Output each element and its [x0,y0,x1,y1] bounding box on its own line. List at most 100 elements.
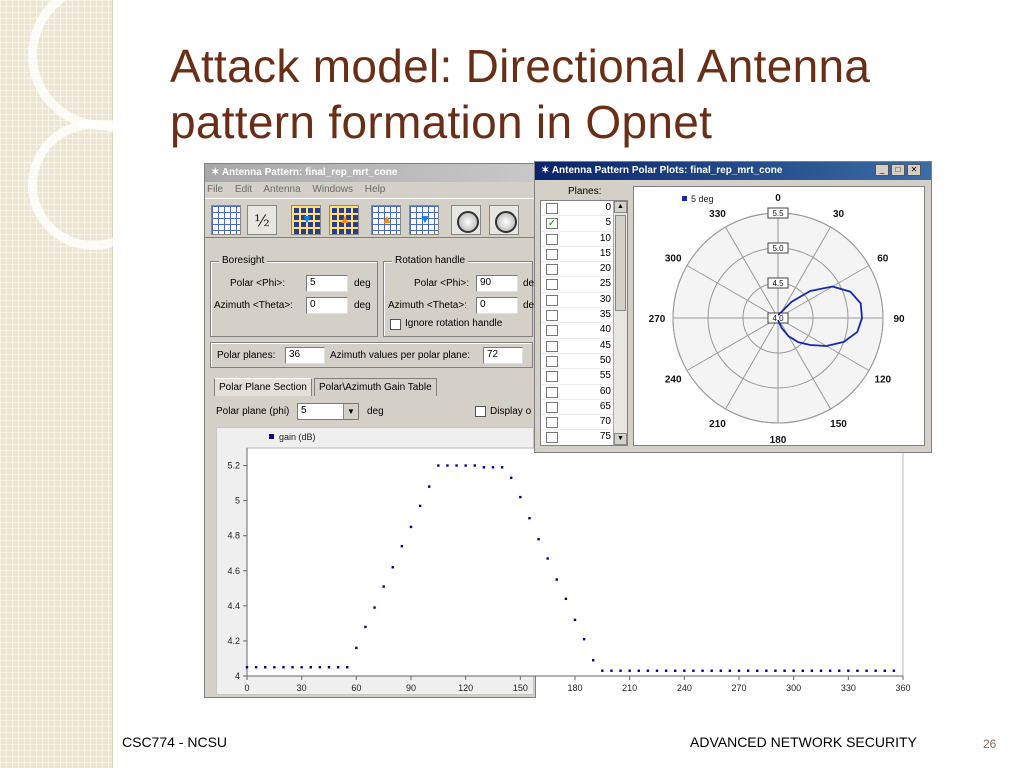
tab-polar-plane-section[interactable]: Polar Plane Section [214,378,312,396]
ignore-rotation-checkbox[interactable] [390,319,401,330]
polar-angle-label: 30 [833,209,845,220]
data-point [701,669,704,672]
plane-value: 40 [599,324,611,336]
boresight-azimuth-field[interactable]: 0 [306,297,348,314]
plane-checkbox[interactable] [546,340,558,352]
data-point [819,669,823,672]
plane-row[interactable]: 10 [541,232,613,247]
plane-checkbox[interactable] [546,248,558,260]
data-point [282,666,285,669]
data-point [838,669,841,672]
scroll-thumb[interactable] [615,215,626,311]
ignore-rotation-label: Ignore rotation handle [405,318,503,329]
boresight-polar-field[interactable]: 5 [306,275,348,292]
polar-plane-select[interactable]: 5 ▼ [297,403,359,420]
plane-row[interactable]: 0 [541,201,613,217]
plane-checkbox[interactable] [546,355,558,367]
rotation-polar-label: Polar <Phi>: [414,278,470,289]
display-checkbox[interactable] [475,406,486,417]
grid-down-icon[interactable] [291,205,321,235]
polar-angle-label: 270 [649,314,666,325]
plane-checkbox[interactable] [546,371,558,383]
plane-row[interactable]: 65 [541,400,613,416]
table-down-icon[interactable] [409,205,439,235]
plane-checkbox[interactable] [546,264,558,276]
grid-up-icon[interactable] [329,205,359,235]
plane-row[interactable]: 45 [541,339,613,354]
plane-row[interactable]: 35 [541,308,613,324]
menu-antenna[interactable]: Antenna [263,184,300,195]
plane-checkbox[interactable] [546,203,558,214]
plane-row[interactable]: 40 [541,323,613,339]
r-label: 4.5 [772,279,784,288]
plane-row[interactable]: 75 [541,430,613,445]
plane-checkbox[interactable] [546,386,558,398]
data-point [765,669,768,672]
plane-value: 10 [599,232,611,244]
app-icon: ✶ [541,165,550,176]
plane-checkbox[interactable] [546,310,558,322]
menu-file[interactable]: File [207,184,223,195]
plane-row[interactable]: 15 [541,247,613,263]
azimuth-values-field[interactable]: 72 [483,347,523,364]
data-point [555,578,558,581]
plane-checkbox[interactable] [546,233,558,245]
maximize-icon[interactable]: □ [891,164,905,176]
main-window-titlebar[interactable]: ✶ Antenna Pattern: final_rep_mrt_cone [205,164,535,182]
table-up-icon[interactable] [371,205,401,235]
data-point [801,669,804,672]
boresight-polar-unit: deg [354,278,371,289]
data-point [655,669,659,672]
close-icon[interactable]: ✕ [907,164,921,176]
rotation-azimuth-field[interactable]: 0 [476,297,518,314]
data-point [582,637,586,641]
menu-edit[interactable]: Edit [235,184,252,195]
legend-label: gain (dB) [279,432,316,442]
plane-checkbox[interactable] [546,432,558,444]
data-point [664,669,668,672]
sphere-icon[interactable] [451,205,481,235]
data-point [336,666,340,669]
plane-checkbox[interactable] [546,279,558,291]
scroll-down-icon[interactable]: ▼ [614,433,627,445]
plane-row[interactable]: 50 [541,354,613,370]
display-label: Display o [490,406,532,417]
plane-row[interactable]: 20 [541,262,613,278]
plane-checkbox[interactable] [546,294,558,306]
menu-windows[interactable]: Windows [312,184,353,195]
chevron-down-icon[interactable]: ▼ [343,404,358,419]
scroll-up-icon[interactable]: ▲ [614,201,627,213]
slide-title: Attack model: Directional Antenna patter… [170,38,1000,150]
plane-row[interactable]: 25 [541,277,613,293]
minimize-icon[interactable]: _ [875,164,889,176]
polar-window-titlebar[interactable]: ✶ Antenna Pattern Polar Plots: final_rep… [535,162,931,180]
plane-checkbox[interactable]: ✓ [546,218,558,230]
boresight-label: Boresight [219,255,268,266]
plane-row[interactable]: 55 [541,369,613,385]
plane-row[interactable]: 60 [541,385,613,400]
plane-checkbox[interactable] [546,325,558,337]
data-point [828,669,832,672]
data-point [291,666,294,669]
data-point [710,669,713,672]
rotation-azimuth-label: Azimuth <Theta>: [388,300,467,311]
plane-row[interactable]: 70 [541,415,613,431]
plane-row[interactable]: 30 [541,293,613,309]
fraction-sum-icon[interactable]: ½ [247,205,277,235]
menu-help[interactable]: Help [365,184,386,195]
tab-polar-azimuth-gain-table[interactable]: Polar\Azimuth Gain Table [314,378,437,396]
rotation-polar-field[interactable]: 90 [476,275,518,292]
data-point [601,669,604,672]
decorative-ring [28,120,158,250]
x-tick-label: 360 [895,683,910,693]
x-tick-label: 0 [244,683,249,693]
data-point [874,669,877,672]
grid-icon[interactable] [211,205,241,235]
plane-row[interactable]: ✓ 5 [541,216,613,232]
planes-scrollbar[interactable]: ▲ ▼ [613,201,627,445]
polar-planes-field[interactable]: 36 [285,347,325,364]
polar-chart: 03060901201501802102402703003304.04.55.0… [649,193,905,446]
plane-checkbox[interactable] [546,401,558,413]
plane-checkbox[interactable] [546,417,558,429]
polar-grid-icon[interactable] [489,205,519,235]
